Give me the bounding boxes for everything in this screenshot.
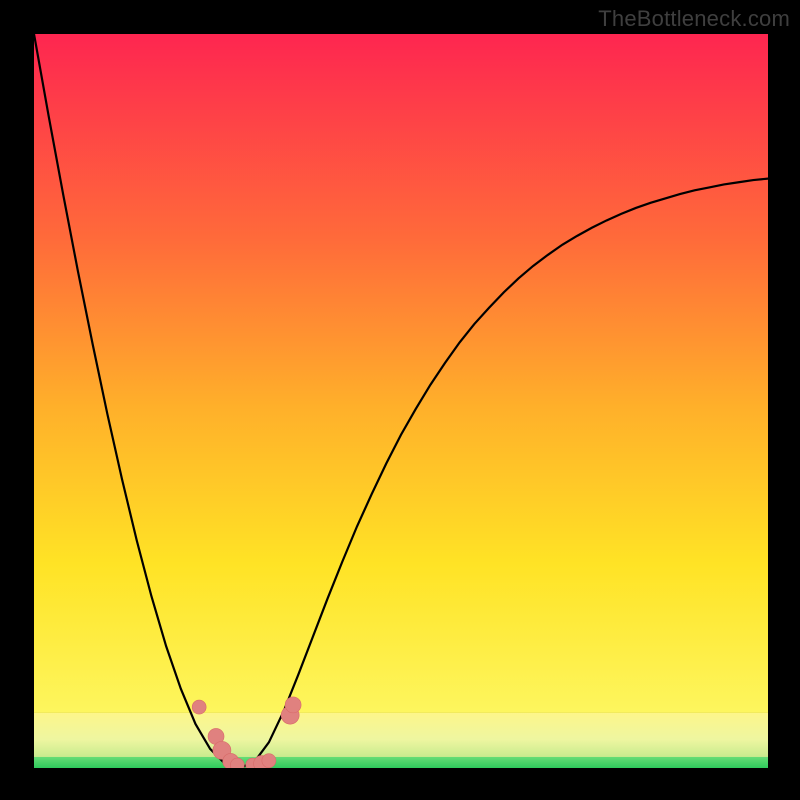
background-bands [34, 34, 768, 768]
plot-area [34, 34, 768, 768]
marker-7 [262, 754, 276, 768]
marker-0 [192, 700, 206, 714]
band-pale [34, 713, 768, 757]
chart-stage: TheBottleneck.com [0, 0, 800, 800]
watermark-text: TheBottleneck.com [598, 6, 790, 32]
band-green [34, 757, 768, 768]
marker-9 [285, 697, 301, 713]
band-rainbow [34, 34, 768, 713]
plot-svg [34, 34, 768, 768]
